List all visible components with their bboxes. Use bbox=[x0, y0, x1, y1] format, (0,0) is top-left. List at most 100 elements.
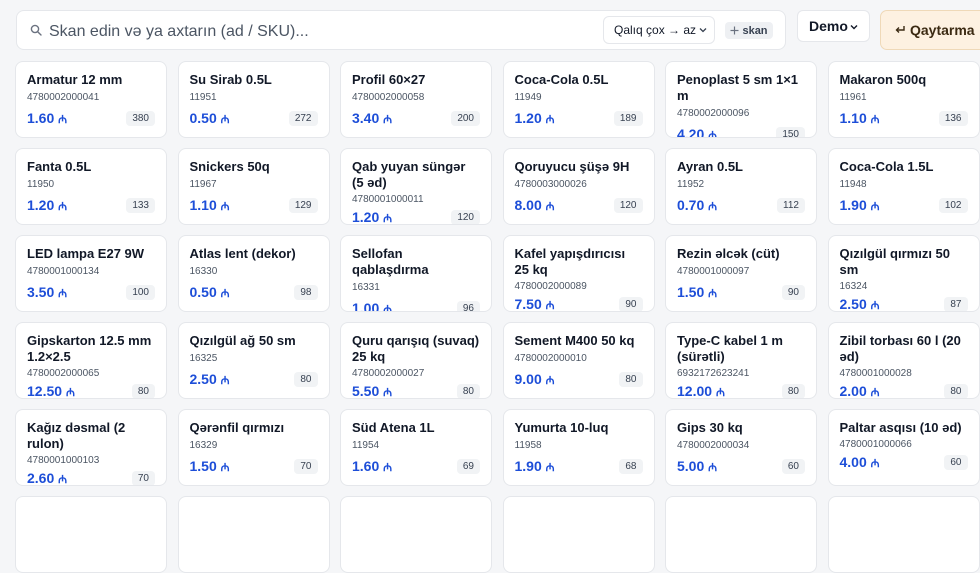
product-card[interactable]: ₼ bbox=[177, 496, 330, 573]
stock-badge: 150 bbox=[776, 127, 805, 137]
product-footer: 1.00 ₼ 96 bbox=[352, 300, 480, 311]
product-card[interactable]: Gipskarton 12.5 mm 1.2×2.5 4780002000065 1… bbox=[15, 322, 167, 399]
price-value: 0.50 bbox=[189, 110, 217, 126]
product-price: 2.60 ₼ bbox=[27, 470, 67, 485]
sort-select[interactable]: Qalıq çox → az bbox=[603, 16, 715, 44]
product-footer: 1.60 ₼ 380 bbox=[27, 110, 155, 127]
product-name: Profil 60×27 bbox=[352, 72, 426, 87]
product-card[interactable]: Armatur 12 mm 4780002000041 1.60 ₼ 380 bbox=[15, 61, 167, 138]
product-card[interactable]: Paltar asqısı (10 əd) 4780001000066 4.00 ₼… bbox=[827, 409, 980, 486]
price-value: 2.50 bbox=[839, 296, 867, 312]
product-price: 12.00 ₼ bbox=[677, 383, 725, 398]
return-button[interactable]: Qaytarma bbox=[880, 10, 980, 50]
product-card[interactable]: Fanta 0.5L 11950 1.20 ₼ 133 bbox=[15, 148, 167, 225]
stock-badge: 189 bbox=[613, 111, 643, 126]
product-card[interactable]: Qab yuyan süngər (5 əd) 4780001000011 1.20… bbox=[340, 148, 492, 225]
price-value: 7.50 bbox=[514, 296, 542, 312]
product-card[interactable]: Atlas lent (dekor) 16330 0.50 ₼ 98 bbox=[177, 235, 330, 312]
product-card[interactable]: Qızılgül qırmızı 50 sm 16324 2.50 ₼ 87 bbox=[827, 235, 980, 312]
demo-account-dropdown[interactable]: Demo bbox=[797, 10, 870, 42]
product-card[interactable]: Yumurta 10-luq 11958 1.90 ₼ 68 bbox=[502, 409, 655, 486]
product-name: Qoruyucu şüşə 9H bbox=[514, 159, 630, 174]
product-card[interactable]: LED lampa E27 9W 4780001000134 3.50 ₼ 100 bbox=[15, 235, 167, 312]
product-sku: 4780002000065 bbox=[27, 368, 100, 379]
stock-badge: 70 bbox=[294, 459, 318, 474]
product-footer: 5.00 ₼ 60 bbox=[677, 458, 805, 475]
product-price: 1.00 ₼ bbox=[352, 300, 392, 311]
currency-symbol: ₼ bbox=[220, 201, 230, 213]
product-price: 1.20 ₼ bbox=[515, 110, 555, 127]
stock-badge: 80 bbox=[944, 384, 968, 398]
product-name: Coca-Cola 1.5L bbox=[839, 159, 934, 174]
product-card[interactable]: Makaron 500q 11961 1.10 ₼ 136 bbox=[827, 61, 980, 138]
product-card[interactable]: ₼ bbox=[15, 496, 167, 573]
product-footer: 12.50 ₼ 80 bbox=[27, 383, 155, 398]
product-card[interactable]: Qoruyucu şüşə 9H 4780003000026 8.00 ₼ 120 bbox=[502, 148, 655, 225]
product-sku: 4780001000103 bbox=[27, 455, 100, 466]
product-name: Makaron 500q bbox=[839, 72, 927, 87]
currency-symbol: ₼ bbox=[383, 213, 393, 225]
product-name: Sement M400 50 kq bbox=[514, 333, 635, 348]
product-card[interactable]: Gips 30 kq 4780002000034 5.00 ₼ 60 bbox=[665, 409, 817, 486]
product-card[interactable]: Kafel yapışdırıcısı 25 kq 4780002000089 7.… bbox=[502, 235, 655, 312]
product-price: 1.20 ₼ bbox=[352, 209, 393, 225]
product-card[interactable]: Kağız dəsmal (2 rulon) 4780001000103 2.60 … bbox=[15, 409, 167, 486]
currency-symbol: ₼ bbox=[708, 462, 718, 474]
product-card[interactable]: Coca-Cola 1.5L 11948 1.90 ₼ 102 bbox=[827, 148, 980, 225]
product-card[interactable]: Su Sirab 0.5L 11951 0.50 ₼ 272 bbox=[177, 61, 330, 138]
product-card[interactable]: Quru qarışıq (suvaq) 25 kq 4780002000027 5… bbox=[340, 322, 492, 399]
product-sku: 16330 bbox=[189, 266, 218, 277]
product-sku: 11967 bbox=[189, 179, 217, 190]
product-footer: 1.10 ₼ 129 bbox=[190, 197, 318, 214]
product-card[interactable]: Zibil torbası 60 l (20 əd) 4780001000028 2… bbox=[827, 322, 980, 399]
product-card[interactable]: ₼ bbox=[340, 496, 492, 573]
product-card[interactable]: Penoplast 5 sm 1×1 m 4780002000096 4.20 ₼ 1… bbox=[665, 61, 817, 138]
currency-symbol: ₼ bbox=[383, 387, 393, 399]
product-card[interactable]: Qızılgül ağ 50 sm 16325 2.50 ₼ 80 bbox=[177, 322, 330, 399]
product-footer: 1.20 ₼ 133 bbox=[27, 197, 155, 214]
product-card[interactable]: Süd Atena 1L 11954 1.60 ₼ 69 bbox=[340, 409, 492, 486]
product-price: 1.90 ₼ bbox=[840, 197, 880, 214]
stock-badge: 133 bbox=[126, 198, 155, 213]
product-name: Süd Atena 1L bbox=[352, 420, 435, 435]
product-footer: 5.50 ₼ 80 bbox=[352, 383, 480, 399]
search-icon bbox=[30, 24, 42, 36]
product-card[interactable]: Type-C kabel 1 m (sürətli) 6932172623241 1… bbox=[665, 322, 817, 399]
product-name: Sellofan qablaşdırma bbox=[352, 246, 429, 277]
product-name: Ayran 0.5L bbox=[677, 159, 743, 174]
currency-symbol: ₼ bbox=[708, 201, 718, 213]
product-sku: 4780002000027 bbox=[352, 368, 425, 379]
product-card[interactable]: Snickers 50q 11967 1.10 ₼ 129 bbox=[177, 148, 330, 225]
currency-symbol: ₼ bbox=[58, 288, 68, 300]
search-input[interactable] bbox=[47, 19, 601, 45]
price-value: 1.90 bbox=[839, 197, 867, 213]
product-card[interactable]: ₼ bbox=[665, 496, 817, 573]
product-name: LED lampa E27 9W bbox=[27, 246, 145, 261]
product-card[interactable]: Qərənfil qırmızı 16329 1.50 ₼ 70 bbox=[177, 409, 330, 486]
price-value: 3.50 bbox=[27, 284, 55, 300]
product-footer: 0.50 ₼ 98 bbox=[190, 284, 318, 301]
product-card[interactable]: Coca-Cola 0.5L 11949 1.20 ₼ 189 bbox=[502, 61, 655, 138]
product-card[interactable]: Sement M400 50 kq 4780002000010 9.00 ₼ 80 bbox=[502, 322, 655, 399]
stock-badge: 112 bbox=[777, 198, 805, 213]
stock-badge: 120 bbox=[451, 210, 480, 224]
currency-symbol: ₼ bbox=[870, 300, 880, 312]
scan-button[interactable]: skan bbox=[725, 22, 773, 39]
product-card[interactable]: Sellofan qablaşdırma 16331 1.00 ₼ 96 bbox=[340, 235, 492, 312]
product-card[interactable]: ₼ bbox=[827, 496, 980, 573]
product-sku: 4780001000097 bbox=[677, 266, 750, 277]
product-sku: 4780001000011 bbox=[352, 194, 424, 205]
product-price: 12.50 ₼ bbox=[27, 383, 75, 398]
product-sku: 11961 bbox=[839, 92, 867, 103]
currency-symbol: ₼ bbox=[708, 288, 718, 300]
product-card[interactable]: ₼ bbox=[502, 496, 655, 573]
stock-badge: 60 bbox=[781, 459, 805, 474]
product-price: 9.00 ₼ bbox=[515, 371, 555, 388]
product-sku: 4780002000089 bbox=[514, 281, 587, 292]
product-card[interactable]: Profil 60×27 4780002000058 3.40 ₼ 200 bbox=[340, 61, 492, 138]
product-card[interactable]: Rezin əlcək (cüt) 4780001000097 1.50 ₼ 90 bbox=[665, 235, 817, 312]
product-card[interactable]: Ayran 0.5L 11952 0.70 ₼ 112 bbox=[665, 148, 817, 225]
product-price: 2.50 ₼ bbox=[839, 296, 880, 312]
product-footer: 2.50 ₼ 80 bbox=[190, 371, 318, 388]
price-value: 2.50 bbox=[189, 371, 217, 387]
